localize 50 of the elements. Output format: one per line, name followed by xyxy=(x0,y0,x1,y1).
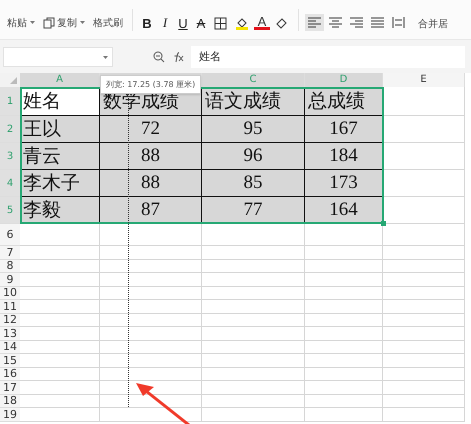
table-cell: 72 xyxy=(100,116,202,143)
caret-icon[interactable] xyxy=(103,56,108,60)
caret-icon[interactable] xyxy=(30,21,35,25)
row-header[interactable]: 6 xyxy=(0,224,20,246)
row-header[interactable]: 8 xyxy=(0,260,20,273)
tooltip: 列宽: 17.25 (3.78 厘米) xyxy=(100,75,202,94)
row-header[interactable]: 18 xyxy=(0,394,20,408)
table-cell: 87 xyxy=(100,197,202,224)
table-cell: 77 xyxy=(202,197,305,224)
format-button[interactable]: U xyxy=(175,15,191,31)
table-cell: 173 xyxy=(305,170,383,197)
table-cell: 88 xyxy=(100,143,202,170)
format-button[interactable]: B xyxy=(139,15,155,31)
row-header[interactable]: 10 xyxy=(0,286,20,300)
table-cell: 184 xyxy=(305,143,383,170)
table-cell: 李毅 xyxy=(20,197,100,224)
row-header[interactable]: 7 xyxy=(0,246,20,260)
align-button[interactable] xyxy=(305,14,324,31)
row-header[interactable]: 15 xyxy=(0,354,20,368)
caret-icon[interactable] xyxy=(80,21,85,25)
formula-field[interactable]: 姓名 xyxy=(191,46,465,68)
row-header[interactable]: 17 xyxy=(0,381,20,394)
row-header[interactable]: 9 xyxy=(0,273,20,286)
format-button[interactable]: A xyxy=(193,15,209,31)
format-button[interactable]: A xyxy=(254,16,270,30)
merge-button[interactable]: 合并居 xyxy=(412,17,448,31)
row-header[interactable]: 19 xyxy=(0,408,20,422)
column-header[interactable]: E xyxy=(383,73,465,87)
zoom-icon[interactable] xyxy=(153,50,165,62)
row-header[interactable]: 11 xyxy=(0,300,20,314)
table-cell: 语文成绩 xyxy=(202,87,305,116)
format-button[interactable]: I xyxy=(157,15,173,31)
row-header[interactable]: 14 xyxy=(0,340,20,354)
toolbar-button[interactable]: 格式刷 xyxy=(90,15,126,31)
copy-icon[interactable] xyxy=(43,17,55,29)
table-cell: 85 xyxy=(202,170,305,197)
row-header[interactable]: 16 xyxy=(0,368,20,381)
table-cell: 167 xyxy=(305,116,383,143)
row-header[interactable]: 12 xyxy=(0,314,20,327)
toolbar-button[interactable]: 复制 xyxy=(40,15,88,31)
table-cell: 95 xyxy=(202,116,305,143)
table-cell: 青云 xyxy=(20,143,100,170)
table-cell: 88 xyxy=(100,170,202,197)
toolbar-button[interactable]: 粘贴 xyxy=(4,15,38,31)
table-cell: 164 xyxy=(305,197,383,224)
table-cell: 王以 xyxy=(20,116,100,143)
table-cell: 总成绩 xyxy=(305,87,383,116)
table-cell: 李木子 xyxy=(20,170,100,197)
table-cell: 96 xyxy=(202,143,305,170)
row-header[interactable]: 13 xyxy=(0,327,20,340)
